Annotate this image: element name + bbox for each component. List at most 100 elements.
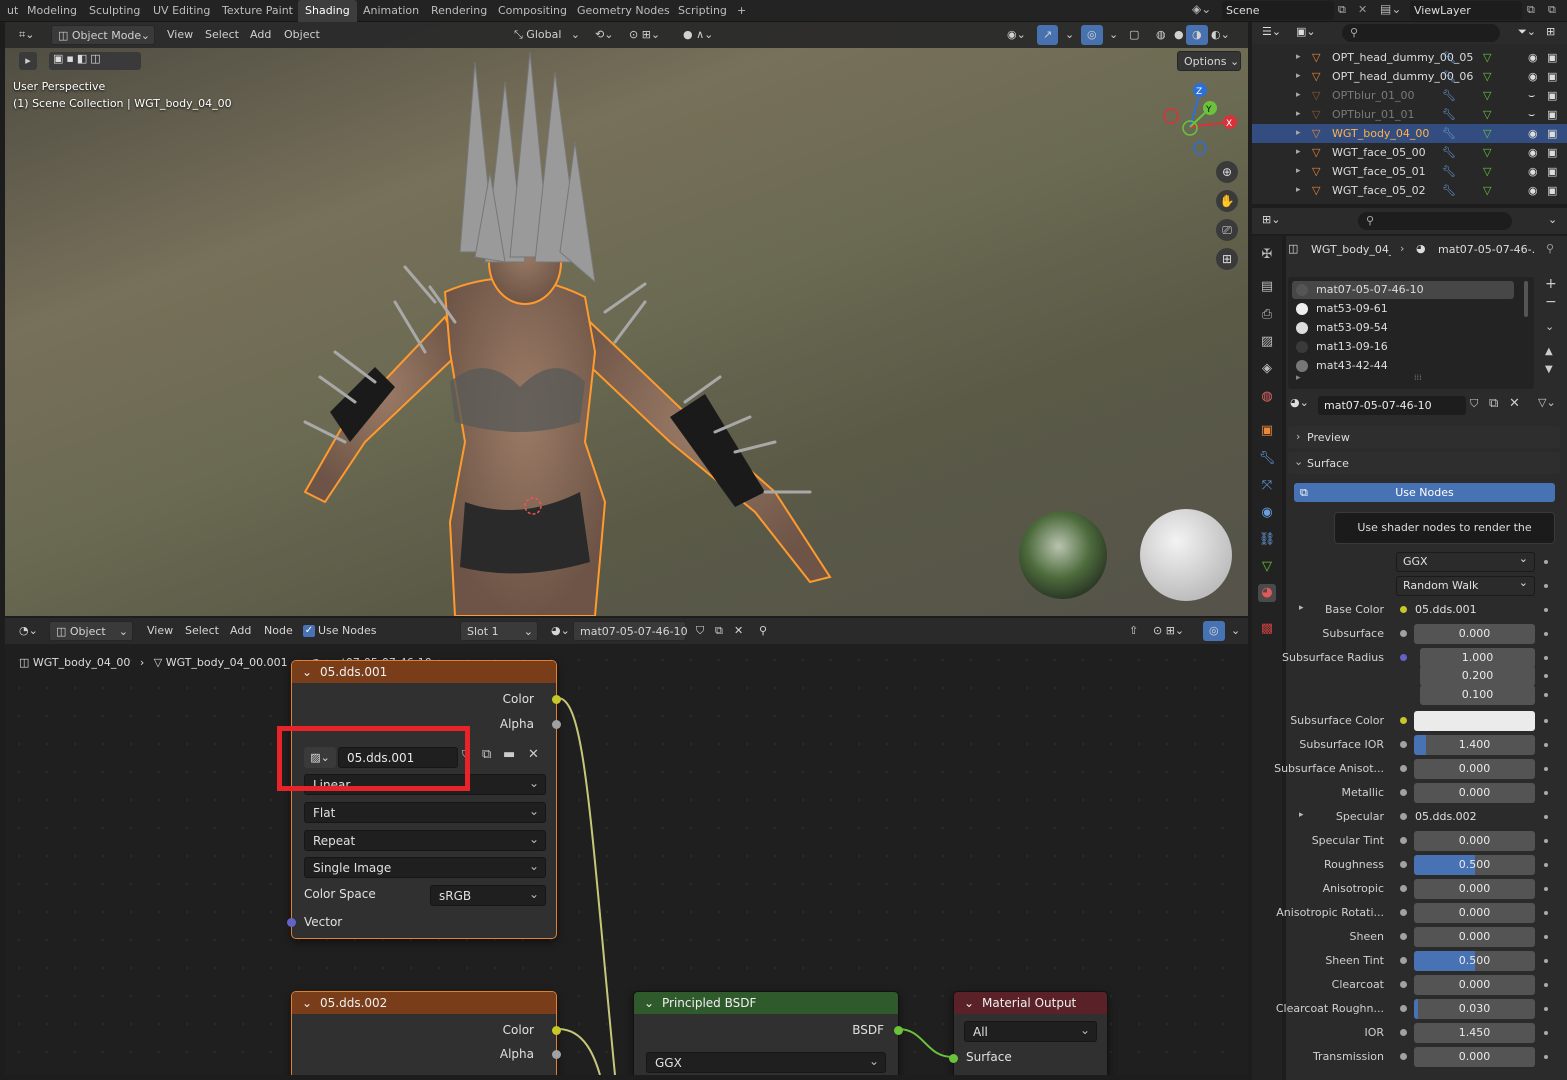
scene-copy-icon[interactable]: ⧉ xyxy=(1338,3,1346,17)
fake-user-shield-icon[interactable]: ⛉ xyxy=(1470,397,1478,411)
use-nodes-button[interactable]: ⧉ Use Nodes xyxy=(1294,483,1555,502)
surface-panel-header[interactable]: ⌄ Surface xyxy=(1288,452,1560,474)
outliner-row[interactable]: ▸ ▽ OPTblur_01_00 🔧︎ ▽ ⌣ ▣ xyxy=(1252,86,1567,105)
number-slider[interactable]: 0.000 xyxy=(1414,759,1535,779)
distribution-dropdown[interactable]: GGX xyxy=(1396,550,1535,572)
expand-triangle-icon[interactable]: ▸ xyxy=(1296,373,1301,383)
workspace-tab-rendering[interactable]: Rendering xyxy=(424,0,494,22)
expand-triangle-icon[interactable]: ▸ xyxy=(1296,67,1301,86)
camera-icon[interactable]: ▣ xyxy=(1547,67,1557,86)
physics-tab-icon[interactable]: ◉ xyxy=(1258,504,1276,522)
material-output-node[interactable]: ⌄Material Output All Surface xyxy=(949,991,1108,1075)
material-tab-icon[interactable]: ◕ xyxy=(1258,584,1276,602)
modifier-icon[interactable]: 🔧︎ xyxy=(1442,67,1456,86)
scene-icon[interactable]: ◈⌄ xyxy=(1192,2,1218,20)
tool-tab-icon[interactable]: ✠ xyxy=(1258,246,1276,264)
output-alpha-socket[interactable] xyxy=(552,720,561,729)
slot-list-scrollbar[interactable] xyxy=(1524,281,1528,317)
menu-select[interactable]: Select xyxy=(205,25,239,45)
projection-dropdown[interactable]: Flat xyxy=(304,801,546,823)
workspace-tab-shading[interactable]: Shading xyxy=(298,0,357,22)
workspace-tab-texture-paint[interactable]: Texture Paint xyxy=(215,0,300,22)
source-dropdown[interactable]: Single Image xyxy=(304,856,546,878)
add-workspace-button[interactable]: + xyxy=(730,0,753,22)
visibility-icon[interactable]: ◉⌄ xyxy=(1001,25,1032,45)
number-slider[interactable]: 1.000 xyxy=(1420,648,1535,668)
unlink-material-icon[interactable]: ✕ xyxy=(1509,396,1520,411)
view-layer-tab-icon[interactable]: ▨ xyxy=(1258,333,1276,351)
rendered-shading-icon[interactable]: ◐⌄ xyxy=(1205,25,1236,45)
expand-triangle-icon[interactable]: ▸ xyxy=(1299,603,1304,613)
modifier-icon[interactable]: 🔧︎ xyxy=(1442,48,1456,67)
material-name-field[interactable]: mat07-05-07-46-10 xyxy=(1318,396,1466,415)
number-slider[interactable]: 0.000 xyxy=(1414,903,1535,923)
collapse-chevron-icon[interactable]: ⌄ xyxy=(302,992,312,1014)
proportional-edit-icon[interactable]: ● ∧⌄ xyxy=(677,25,719,45)
menu-view[interactable]: View xyxy=(167,25,193,45)
principled-bsdf-node[interactable]: ⌄ Principled BSDF BSDF GGX xyxy=(633,991,903,1075)
open-folder-icon[interactable]: ▬ xyxy=(503,747,515,762)
transform-orientation-dropdown[interactable]: ⤡ Global ⌄ xyxy=(508,25,582,45)
number-slider[interactable]: 0.000 xyxy=(1414,927,1535,947)
properties-options-icon[interactable]: ⌄ xyxy=(1548,213,1557,226)
node-header[interactable]: ⌄ Principled BSDF xyxy=(634,992,898,1014)
outliner-row[interactable]: ▸ ▽ OPTblur_01_01 🔧︎ ▽ ⌣ ▣ xyxy=(1252,105,1567,124)
socket-link-icon[interactable] xyxy=(1400,981,1407,988)
eye-icon[interactable]: ⌣ xyxy=(1528,105,1535,124)
extension-dropdown[interactable]: Repeat xyxy=(304,829,546,851)
workspace-tab-geometry-nodes[interactable]: Geometry Nodes xyxy=(570,0,677,22)
slot-specials-icon[interactable]: ⌄ xyxy=(1545,320,1554,333)
workspace-tab-scripting[interactable]: Scripting xyxy=(671,0,734,22)
material-slot-item[interactable]: mat13-09-16 xyxy=(1292,338,1514,356)
material-slot-item[interactable]: mat53-09-54 xyxy=(1292,319,1514,337)
gizmo-toggle-icon[interactable]: ↗ xyxy=(1037,25,1059,45)
properties-type-icon[interactable]: ⊞⌄ xyxy=(1262,213,1280,226)
view-layer-icon[interactable]: ▤⌄ xyxy=(1380,2,1401,16)
gizmo-dropdown-icon[interactable]: ⌄ xyxy=(1059,25,1080,45)
expand-triangle-icon[interactable]: ▸ xyxy=(1296,162,1301,181)
texture-tab-icon[interactable]: ▩ xyxy=(1258,620,1276,638)
move-slot-down-icon[interactable]: ▼ xyxy=(1545,364,1553,375)
menu-add[interactable]: Add xyxy=(250,25,271,45)
view-layer-close-icon[interactable]: ⧉ xyxy=(1548,3,1556,17)
output-alpha-socket[interactable] xyxy=(552,1050,561,1059)
number-slider[interactable]: 0.000 xyxy=(1414,975,1535,995)
scene-close-icon[interactable]: ✕ xyxy=(1358,3,1367,16)
eye-icon[interactable]: ◉ xyxy=(1528,67,1538,86)
camera-icon[interactable]: ▣ xyxy=(1547,162,1557,181)
distribution-dropdown[interactable]: GGX xyxy=(646,1051,886,1073)
camera-icon[interactable]: ▣ xyxy=(1547,86,1557,105)
input-surface-socket[interactable] xyxy=(949,1054,958,1063)
modifier-icon[interactable]: 🔧︎ xyxy=(1442,86,1456,105)
number-slider[interactable]: 0.500 xyxy=(1414,951,1535,971)
pin-icon[interactable]: ⚲ xyxy=(1546,242,1554,255)
eye-icon[interactable]: ◉ xyxy=(1528,181,1538,200)
workspace-tab-sculpting[interactable]: Sculpting xyxy=(82,0,147,22)
particles-tab-icon[interactable]: ⤧ xyxy=(1258,477,1276,495)
link-dropdown-icon[interactable]: ▽⌄ xyxy=(1538,396,1556,409)
number-slider[interactable]: 0.030 xyxy=(1414,999,1535,1019)
display-mode-icon[interactable]: ▣⌄ xyxy=(1296,25,1316,38)
mesh-data-tab-icon[interactable]: ▽ xyxy=(1258,558,1276,576)
socket-link-icon[interactable] xyxy=(1400,837,1407,844)
material-slot-item[interactable]: mat07-05-07-46-10 xyxy=(1292,281,1514,299)
number-slider[interactable]: 1.400 xyxy=(1414,735,1535,755)
material-slot-item[interactable]: mat53-09-61 xyxy=(1292,300,1514,318)
socket-link-icon[interactable] xyxy=(1400,654,1407,661)
workspace-tab-animation[interactable]: Animation xyxy=(356,0,426,22)
collapse-chevron-icon[interactable]: ⌄ xyxy=(964,992,974,1014)
unlink-image-icon[interactable]: ✕ xyxy=(528,747,539,762)
material-slot-item[interactable]: mat43-42-44 xyxy=(1292,357,1514,375)
modifier-icon[interactable]: 🔧︎ xyxy=(1442,143,1456,162)
modifier-icon[interactable]: 🔧︎ xyxy=(1442,162,1456,181)
duplicate-image-icon[interactable]: ⧉ xyxy=(482,747,491,762)
outliner-row[interactable]: ▸ ▽ OPT_head_dummy_00_05 🔧︎ ▽ ◉ ▣ xyxy=(1252,48,1567,67)
grid-icon[interactable]: ⊞ xyxy=(1216,248,1238,270)
menu-object[interactable]: Object xyxy=(284,25,320,45)
duplicate-material-icon[interactable]: ⧉ xyxy=(1489,396,1498,411)
preview-panel-header[interactable]: › Preview xyxy=(1288,426,1560,448)
input-vector-socket[interactable] xyxy=(287,918,296,927)
selection-mode-icons[interactable]: ▣▪◧◫ xyxy=(49,52,141,70)
output-color-socket[interactable] xyxy=(552,695,561,704)
output-tab-icon[interactable]: ⎙ xyxy=(1258,306,1276,324)
